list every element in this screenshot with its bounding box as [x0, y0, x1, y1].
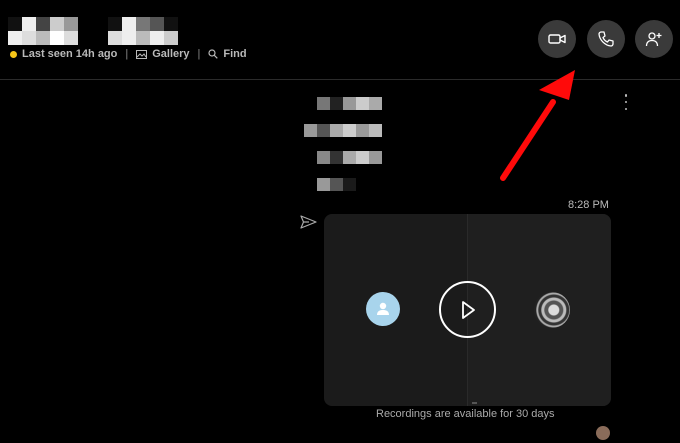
sent-icon	[300, 215, 317, 234]
audio-call-button[interactable]	[587, 20, 625, 58]
redacted-message	[317, 151, 382, 164]
redacted-message	[317, 178, 356, 191]
reaction-avatar-icon[interactable]	[596, 426, 610, 440]
call-recording-card[interactable]	[324, 214, 611, 406]
playback-indicator	[472, 402, 477, 404]
separator: |	[197, 48, 201, 60]
last-seen-label: Last seen 14h ago	[22, 48, 118, 60]
pixelated-name-part-2	[108, 17, 178, 45]
separator: |	[125, 48, 129, 60]
video-camera-icon	[548, 34, 566, 44]
find-label: Find	[223, 48, 247, 60]
status-line: Last seen 14h ago | Gallery | Find	[10, 48, 247, 60]
add-person-icon	[645, 32, 662, 47]
recording-availability-note: Recordings are available for 30 days	[376, 408, 555, 420]
annotation-arrow	[500, 70, 575, 181]
play-button[interactable]	[439, 281, 496, 338]
add-people-button[interactable]	[635, 20, 673, 58]
contact-avatar	[534, 292, 570, 328]
redacted-message	[317, 97, 382, 110]
gallery-icon	[136, 49, 148, 59]
user-avatar	[366, 292, 400, 326]
search-icon	[208, 49, 219, 59]
message-timestamp: 8:28 PM	[568, 199, 609, 211]
gallery-link[interactable]: Gallery	[136, 48, 190, 60]
person-icon	[377, 302, 389, 315]
presence-dot	[10, 50, 17, 58]
play-icon	[461, 300, 475, 319]
gallery-label: Gallery	[152, 48, 190, 60]
find-link[interactable]: Find	[208, 48, 247, 60]
video-call-button[interactable]	[538, 20, 576, 58]
more-options-icon[interactable]	[622, 94, 630, 110]
phone-icon	[598, 31, 614, 47]
redacted-message	[304, 124, 382, 137]
pixelated-name-part-1	[8, 17, 78, 45]
contact-name-pixelated	[8, 17, 178, 45]
